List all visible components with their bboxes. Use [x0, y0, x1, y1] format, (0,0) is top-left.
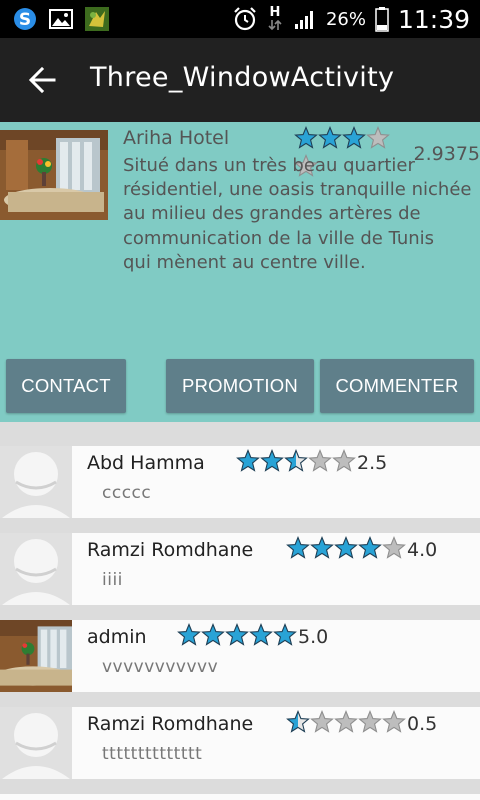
star-filled-icon [294, 126, 318, 150]
reviewer-name: Ramzi Romdhane [87, 713, 254, 735]
star-filled-icon [334, 536, 358, 560]
star-empty-icon [308, 449, 332, 473]
battery-percentage: 26% [325, 8, 366, 30]
description-line: qui mènent au centre ville. [123, 251, 366, 273]
star-filled-icon [201, 623, 225, 647]
star-filled-icon [286, 536, 310, 560]
description-line: résidentiel, une oasis tranquille nichée [123, 179, 472, 201]
commenter-button[interactable]: COMMENTER [320, 359, 474, 413]
star-empty-icon [332, 449, 356, 473]
skype-icon: S [12, 6, 38, 32]
signal-icon [292, 6, 318, 32]
star-filled-icon [310, 536, 334, 560]
star-filled-icon [318, 126, 342, 150]
hotel-description: Situé dans un très beau quartier résiden… [123, 154, 480, 275]
avatar [0, 620, 72, 692]
review-comment: vvvvvvvvvvv [102, 657, 219, 677]
battery-icon [374, 6, 390, 32]
review-comment: tttttttttttttt [102, 744, 203, 764]
star-half-icon [342, 126, 366, 150]
review-rating-value: 4.0 [407, 539, 438, 561]
star-empty-icon [366, 126, 390, 150]
description-line: au milieu des grandes artères de [123, 203, 421, 225]
review-item-partial[interactable] [0, 794, 480, 800]
avatar [0, 446, 72, 518]
clock: 11:39 [397, 4, 470, 34]
star-filled-icon [249, 623, 273, 647]
gallery-icon [48, 6, 74, 32]
star-filled-icon [236, 449, 260, 473]
hotel-photo [0, 130, 108, 220]
game-icon [84, 6, 110, 32]
review-item[interactable]: Abd Hamma 2.5 ccccc [0, 446, 480, 518]
description-line: communication de la ville de Tunis [123, 227, 435, 249]
review-rating-bar: 5.0 [177, 623, 328, 651]
review-item[interactable]: Ramzi Romdhane 4.0 iiii [0, 533, 480, 605]
description-line: Situé dans un très beau quartier [123, 155, 415, 176]
star-filled-icon [358, 536, 382, 560]
star-half-icon [284, 449, 308, 473]
star-empty-icon [382, 710, 406, 734]
reviewer-name: admin [87, 626, 147, 648]
hotel-card: Ariha Hotel 2.9375 Situé dans un très be… [0, 122, 480, 422]
avatar [0, 707, 72, 779]
review-comment: ccccc [102, 483, 152, 503]
review-item[interactable]: Ramzi Romdhane 0.5 tttttttttttttt [0, 707, 480, 779]
status-bar: S H 26% 11:39 [0, 0, 480, 38]
star-empty-icon [382, 536, 406, 560]
review-rating-bar: 2.5 [236, 449, 387, 477]
hotel-name: Ariha Hotel [123, 127, 230, 149]
review-rating-bar: 0.5 [286, 710, 437, 738]
star-empty-icon [310, 710, 334, 734]
svg-text:S: S [19, 10, 31, 30]
avatar [0, 533, 72, 605]
star-empty-icon [334, 710, 358, 734]
page-title: Three_WindowActivity [90, 62, 395, 93]
contact-button[interactable]: CONTACT [6, 359, 126, 413]
promotion-button[interactable]: PROMOTION [166, 359, 314, 413]
star-half-icon [286, 710, 310, 734]
star-filled-icon [177, 623, 201, 647]
review-comment: iiii [102, 570, 123, 590]
review-rating-bar: 4.0 [286, 536, 437, 564]
review-rating-value: 0.5 [407, 713, 438, 735]
data-arrows-icon: H [266, 6, 284, 32]
review-rating-value: 5.0 [298, 626, 329, 648]
review-item[interactable]: admin 5.0 vvvvvvvvvvv [0, 620, 480, 692]
review-rating-value: 2.5 [357, 452, 388, 474]
star-filled-icon [225, 623, 249, 647]
app-bar: Three_WindowActivity [0, 38, 480, 122]
alarm-icon [232, 6, 258, 32]
star-filled-icon [260, 449, 284, 473]
reviewer-name: Abd Hamma [87, 452, 205, 474]
star-empty-icon [358, 710, 382, 734]
back-arrow-icon[interactable] [24, 62, 60, 98]
star-filled-icon [273, 623, 297, 647]
reviewer-name: Ramzi Romdhane [87, 539, 254, 561]
